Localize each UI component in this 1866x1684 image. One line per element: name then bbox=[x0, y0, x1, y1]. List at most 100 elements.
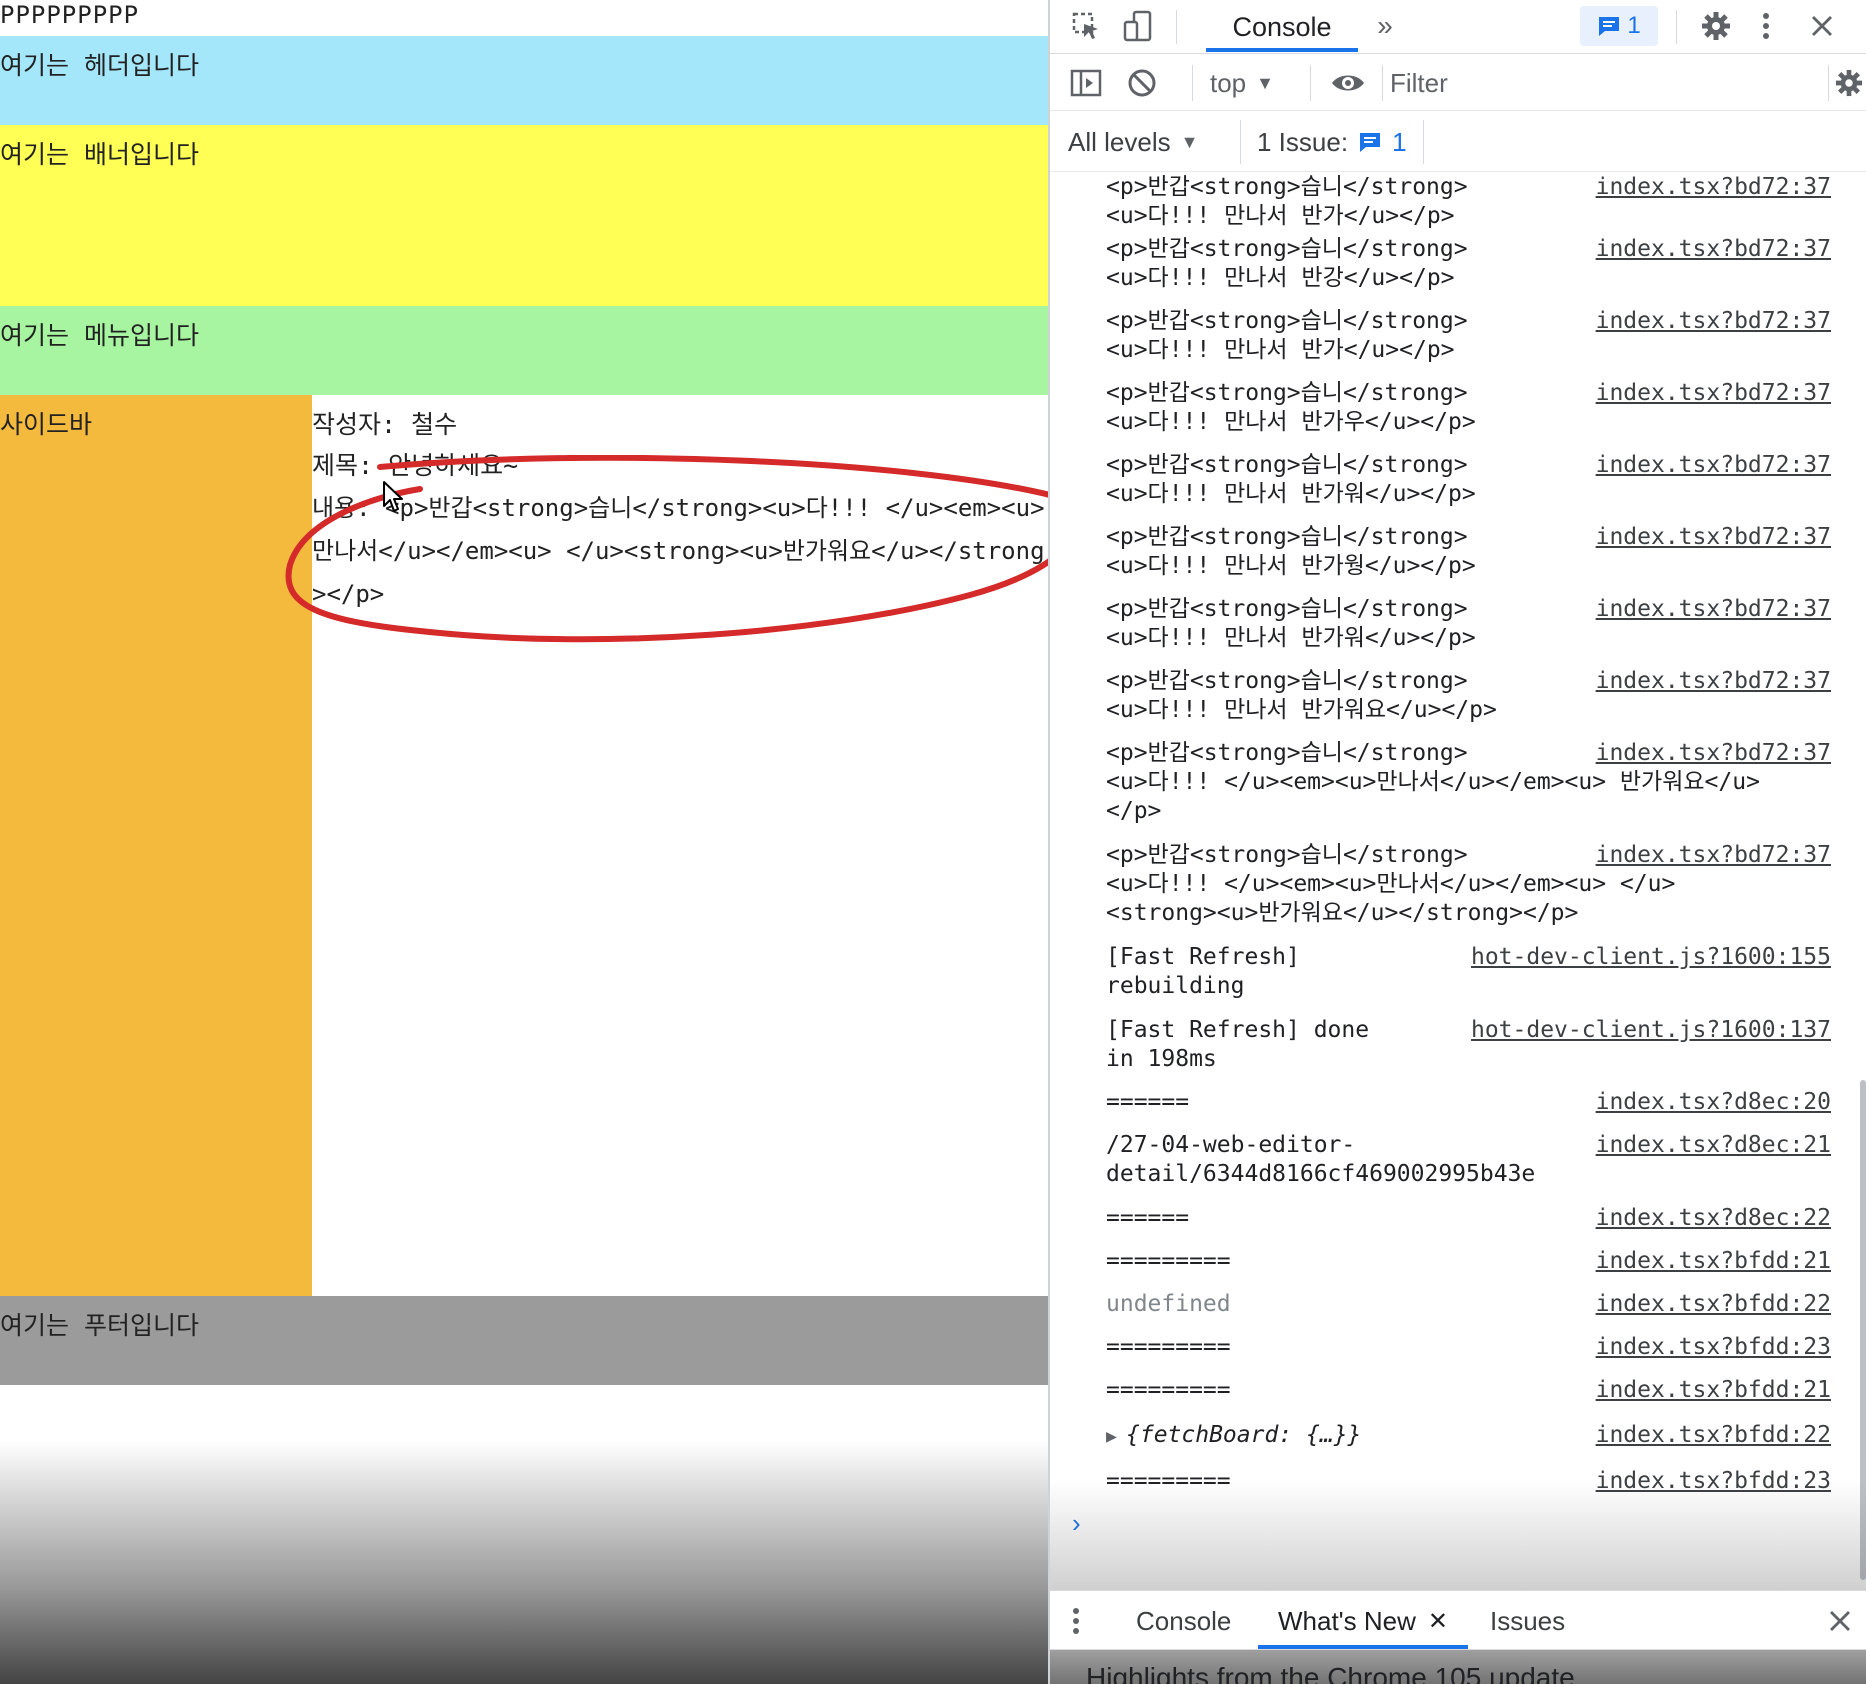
drawer-tab-whats-new[interactable]: What's New ✕ bbox=[1278, 1591, 1448, 1651]
message-icon bbox=[1360, 133, 1381, 152]
source-link[interactable]: index.tsx?bd72:37 bbox=[1596, 667, 1831, 696]
console-message: [Fast Refresh] rebuilding hot-dev-client… bbox=[1106, 943, 1831, 999]
console-message-object[interactable]: ▶ {fetchBoard: {…}} index.tsx?bfdd:22 bbox=[1106, 1421, 1836, 1451]
top-text: PPPPPPPPP bbox=[0, 1, 140, 29]
kebab-menu-icon[interactable] bbox=[1748, 4, 1784, 48]
console-toolbar: top ▼ bbox=[1050, 55, 1866, 111]
whats-new-heading: Highlights from the Chrome 105 update bbox=[1086, 1662, 1575, 1684]
issue-summary-label: 1 Issue: bbox=[1257, 126, 1349, 157]
console-message: <p>반갑<strong>습니</strong> <u>다!!! 만나서 반가<… bbox=[1106, 307, 1831, 363]
source-link[interactable]: index.tsx?bfdd:22 bbox=[1596, 1421, 1831, 1450]
message-icon bbox=[1599, 17, 1620, 36]
close-devtools-icon[interactable] bbox=[1800, 4, 1844, 48]
drawer-tab-console[interactable]: Console bbox=[1136, 1591, 1231, 1651]
source-link[interactable]: index.tsx?d8ec:22 bbox=[1596, 1204, 1831, 1233]
drawer-tab-issues[interactable]: Issues bbox=[1490, 1591, 1565, 1651]
console-message: <p>반갑<strong>습니</strong> <u>다!!! 만나서 반가워… bbox=[1106, 451, 1831, 507]
console-message: /27-04-web-editor- detail/6344d8166cf469… bbox=[1106, 1131, 1831, 1187]
console-message: ========= index.tsx?bfdd:21 bbox=[1106, 1376, 1831, 1405]
sidebar: 사이드바 bbox=[0, 395, 312, 1296]
close-tab-icon[interactable]: ✕ bbox=[1428, 1607, 1448, 1636]
source-link[interactable]: index.tsx?bfdd:21 bbox=[1596, 1247, 1831, 1276]
console-prompt-caret-icon[interactable]: › bbox=[1072, 1508, 1081, 1539]
console-message: <p>반갑<strong>습니</strong> <u>다!!! </u><em… bbox=[1106, 841, 1831, 926]
source-link[interactable]: index.tsx?d8ec:21 bbox=[1596, 1131, 1831, 1160]
header-section: 여기는 헤더입니다 bbox=[0, 36, 1048, 125]
drawer-menu-icon[interactable] bbox=[1072, 1591, 1080, 1651]
console-message: <p>반갑<strong>습니</strong> <u>다!!! 만나서 반가우… bbox=[1106, 379, 1831, 435]
context-label: top bbox=[1210, 67, 1247, 98]
expand-triangle-icon[interactable]: ▶ bbox=[1106, 1422, 1126, 1451]
issues-summary-button[interactable]: 1 Issue: 1 bbox=[1240, 120, 1424, 164]
console-message: ========= index.tsx?bfdd:21 bbox=[1106, 1247, 1831, 1276]
device-toolbar-icon[interactable] bbox=[1116, 4, 1160, 48]
context-selector[interactable]: top ▼ bbox=[1210, 63, 1274, 103]
source-link[interactable]: index.tsx?bfdd:23 bbox=[1596, 1467, 1831, 1496]
issue-summary-count: 1 bbox=[1392, 126, 1407, 157]
dropdown-arrow-icon: ▼ bbox=[1180, 131, 1199, 152]
console-message: <p>반갑<strong>습니</strong> <u>다!!! </u><em… bbox=[1106, 739, 1831, 824]
devtools-panel: Console » 1 top ▼ Filter All levels ▼ 1 … bbox=[1048, 0, 1866, 1684]
console-scrollbar[interactable] bbox=[1860, 1080, 1866, 1580]
console-message: ========= index.tsx?bfdd:23 bbox=[1106, 1467, 1831, 1496]
title-line: 제목: 안녕하세요~ bbox=[312, 451, 519, 480]
issues-badge-count: 1 bbox=[1627, 12, 1641, 39]
live-expression-eye-icon[interactable] bbox=[1324, 61, 1372, 105]
console-message: <p>반갑<strong>습니</strong> <u>다!!! 만나서 반가워… bbox=[1106, 595, 1831, 651]
source-link[interactable]: index.tsx?bd72:37 bbox=[1596, 841, 1831, 870]
drawer-tabbar: Console What's New ✕ Issues bbox=[1050, 1590, 1866, 1650]
banner-text: 여기는 배너입니다 bbox=[0, 140, 200, 169]
source-link[interactable]: hot-dev-client.js?1600:137 bbox=[1471, 1016, 1831, 1045]
console-message: <p>반갑<strong>습니</strong> <u>다!!! 만나서 반가<… bbox=[1106, 173, 1831, 229]
console-message: <p>반갑<strong>습니</strong> <u>다!!! 만나서 반가웡… bbox=[1106, 523, 1831, 579]
console-message: ========= index.tsx?bfdd:23 bbox=[1106, 1333, 1831, 1362]
active-tab-indicator bbox=[1206, 48, 1358, 52]
app-page: PPPPPPPPP 여기는 헤더입니다 여기는 배너입니다 여기는 메뉴입니다 … bbox=[0, 0, 1048, 1684]
log-levels-label: All levels bbox=[1068, 126, 1171, 157]
console-message: <p>반갑<strong>습니</strong> <u>다!!! 만나서 반강<… bbox=[1106, 235, 1831, 291]
mouse-cursor-icon bbox=[383, 481, 403, 512]
source-link[interactable]: index.tsx?bfdd:23 bbox=[1596, 1333, 1831, 1362]
tab-console[interactable]: Console bbox=[1206, 0, 1358, 54]
filter-input[interactable] bbox=[1390, 63, 1830, 103]
source-link[interactable]: index.tsx?bd72:37 bbox=[1596, 595, 1831, 624]
dropdown-arrow-icon: ▼ bbox=[1256, 72, 1274, 93]
source-link[interactable]: index.tsx?d8ec:20 bbox=[1596, 1088, 1831, 1117]
clear-console-icon[interactable] bbox=[1120, 61, 1164, 105]
close-drawer-icon[interactable] bbox=[1828, 1591, 1852, 1651]
log-levels-dropdown[interactable]: All levels ▼ bbox=[1068, 122, 1198, 162]
source-link[interactable]: index.tsx?bd72:37 bbox=[1596, 173, 1831, 202]
console-messages: <p>반갑<strong>습니</strong> <u>다!!! 만나서 반가<… bbox=[1050, 173, 1866, 1591]
footer-text: 여기는 푸터입니다 bbox=[0, 1311, 200, 1340]
writer-line: 작성자: 철수 bbox=[312, 410, 458, 439]
console-message: ====== index.tsx?d8ec:22 bbox=[1106, 1204, 1831, 1233]
source-link[interactable]: index.tsx?bd72:37 bbox=[1596, 451, 1831, 480]
show-sidebar-icon[interactable] bbox=[1064, 61, 1108, 105]
content-body: 내용: <p>반갑<strong>습니</strong><u>다!!! </u>… bbox=[312, 494, 1045, 608]
console-message: [Fast Refresh] done in 198ms hot-dev-cli… bbox=[1106, 1016, 1831, 1072]
sidebar-text: 사이드바 bbox=[0, 410, 93, 439]
console-message: undefined index.tsx?bfdd:22 bbox=[1106, 1290, 1831, 1319]
source-link[interactable]: index.tsx?bd72:37 bbox=[1596, 235, 1831, 264]
console-message: <p>반갑<strong>습니</strong> <u>다!!! 만나서 반가워… bbox=[1106, 667, 1831, 723]
active-drawer-tab-indicator bbox=[1258, 1645, 1468, 1649]
menu-text: 여기는 메뉴입니다 bbox=[0, 321, 200, 350]
source-link[interactable]: index.tsx?bd72:37 bbox=[1596, 523, 1831, 552]
inspect-element-icon[interactable] bbox=[1064, 4, 1108, 48]
source-link[interactable]: index.tsx?bfdd:21 bbox=[1596, 1376, 1831, 1405]
bottom-fade-overlay bbox=[0, 1440, 1048, 1684]
devtools-tabbar: Console » 1 bbox=[1050, 0, 1866, 54]
console-message: ====== index.tsx?d8ec:20 bbox=[1106, 1088, 1831, 1117]
settings-gear-icon[interactable] bbox=[1694, 4, 1738, 48]
source-link[interactable]: index.tsx?bd72:37 bbox=[1596, 307, 1831, 336]
banner-section: 여기는 배너입니다 bbox=[0, 125, 1048, 306]
source-link[interactable]: index.tsx?bfdd:22 bbox=[1596, 1290, 1831, 1319]
header-text: 여기는 헤더입니다 bbox=[0, 51, 200, 80]
source-link[interactable]: index.tsx?bd72:37 bbox=[1596, 739, 1831, 768]
more-tabs-icon[interactable]: » bbox=[1368, 4, 1402, 48]
issues-badge[interactable]: 1 bbox=[1580, 6, 1658, 46]
source-link[interactable]: hot-dev-client.js?1600:155 bbox=[1471, 943, 1831, 972]
console-settings-gear-icon[interactable] bbox=[1830, 61, 1866, 105]
console-toolbar-secondary: All levels ▼ 1 Issue: 1 bbox=[1050, 112, 1866, 172]
source-link[interactable]: index.tsx?bd72:37 bbox=[1596, 379, 1831, 408]
